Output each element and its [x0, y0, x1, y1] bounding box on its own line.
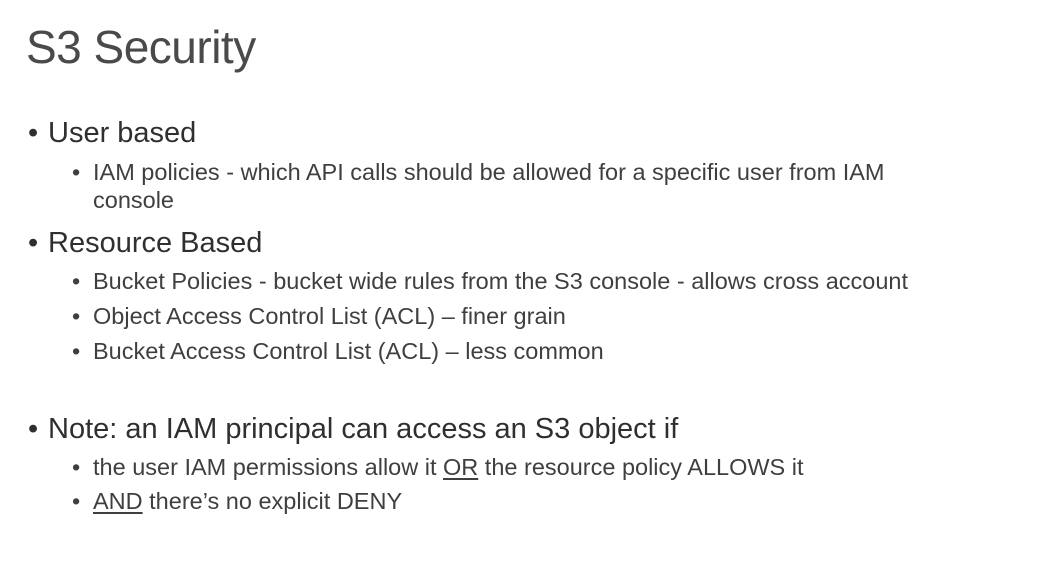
- bucket-acl-text: Bucket Access Control List (ACL) – less …: [93, 338, 604, 364]
- note-or-after: the resource policy ALLOWS it: [478, 454, 804, 480]
- slide-title: S3 Security: [26, 21, 256, 73]
- or-keyword: OR: [443, 454, 479, 480]
- note-and-after: there’s no explicit DENY: [142, 488, 403, 514]
- bullet-iam-policies: • IAM policies - which API calls should b…: [72, 158, 885, 213]
- user-based-heading: User based: [48, 117, 197, 149]
- bullet-dot: •: [72, 303, 81, 329]
- iam-policies-text: IAM policies - which API calls should be…: [93, 159, 885, 185]
- bullet-dot: •: [28, 227, 39, 259]
- bullet-bucket-acl: • Bucket Access Control List (ACL) – less…: [72, 337, 604, 365]
- bullet-note: • Note: an IAM principal can access an S3…: [28, 412, 678, 446]
- bullet-note-and: • AND there’s no explicit DENY: [72, 487, 402, 515]
- note-or-before: the user IAM permissions allow it: [93, 454, 444, 480]
- bullet-dot: •: [72, 454, 81, 480]
- bullet-dot: •: [72, 488, 81, 514]
- note-text: an IAM principal can access an S3 object…: [117, 413, 679, 445]
- bullet-resource-based: • Resource Based: [28, 226, 262, 260]
- bullet-dot: •: [72, 338, 81, 364]
- bullet-bucket-policies: • Bucket Policies - bucket wide rules fro…: [72, 267, 908, 295]
- bullet-dot: •: [72, 268, 81, 294]
- bullet-object-acl: • Object Access Control List (ACL) – fine…: [72, 302, 566, 330]
- and-keyword: AND: [93, 488, 143, 514]
- bullet-dot: •: [28, 413, 39, 445]
- bullet-dot: •: [28, 117, 39, 149]
- bucket-policies-text: Bucket Policies - bucket wide rules from…: [93, 268, 909, 294]
- bullet-dot: •: [72, 159, 81, 185]
- resource-based-heading: Resource Based: [48, 227, 263, 259]
- bullet-note-or: • the user IAM permissions allow it OR th…: [72, 453, 804, 481]
- iam-policies-text-continued: console: [93, 187, 174, 213]
- bullet-user-based: • User based: [28, 116, 196, 150]
- note-label: Note:: [48, 413, 118, 445]
- object-acl-text: Object Access Control List (ACL) – finer…: [93, 303, 566, 329]
